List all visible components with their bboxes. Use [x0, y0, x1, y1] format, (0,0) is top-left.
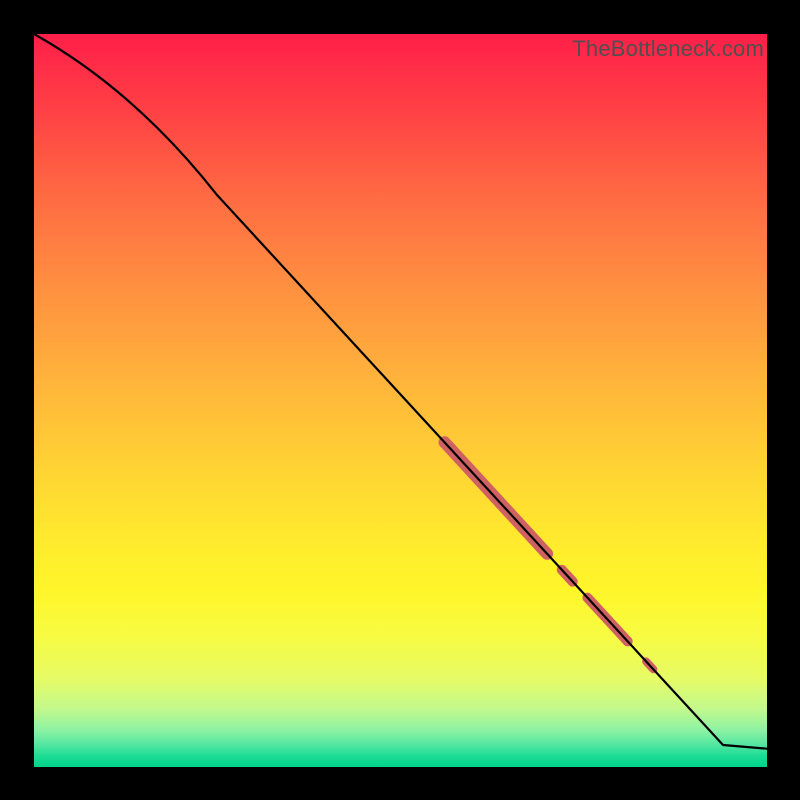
overlay-svg — [34, 34, 767, 767]
chart-stage: TheBottleneck.com — [0, 0, 800, 800]
main-curve — [34, 34, 767, 749]
